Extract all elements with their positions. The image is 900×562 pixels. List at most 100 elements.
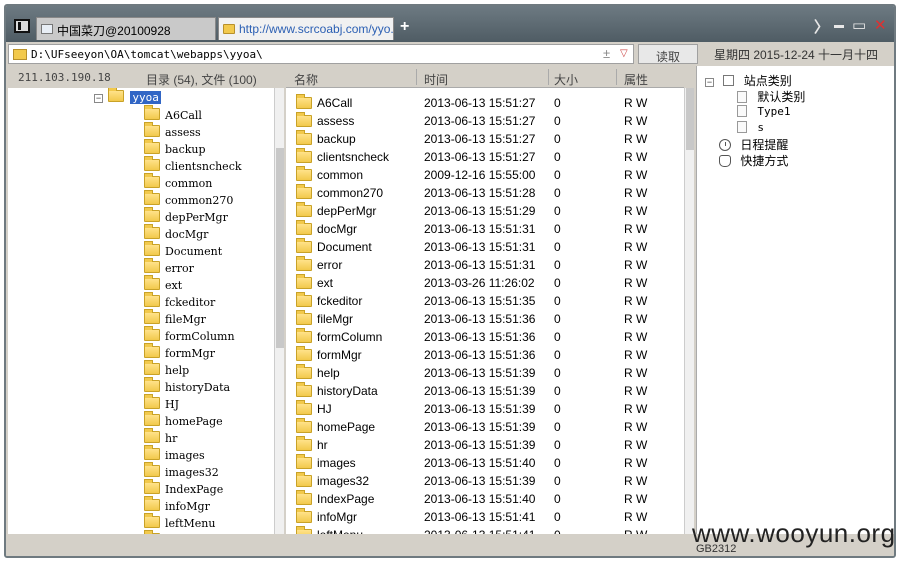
file-attr: R W xyxy=(624,150,648,164)
app-menu-icon[interactable] xyxy=(14,19,30,33)
file-time: 2013-06-13 15:51:31 xyxy=(424,240,536,254)
file-row[interactable]: formMgr 2013-06-13 15:51:36 0 R W xyxy=(286,344,684,362)
document-icon xyxy=(737,121,747,133)
tree-item[interactable]: fileMgr xyxy=(144,309,206,329)
file-attr: R W xyxy=(624,348,648,362)
shortcuts-node[interactable]: 快捷方式 xyxy=(719,152,788,169)
category-default[interactable]: 默认类别 xyxy=(737,88,805,105)
tree-item[interactable]: infoMgr xyxy=(144,496,210,516)
tree-item-label: clientsncheck xyxy=(165,160,242,173)
folder-icon xyxy=(296,436,312,451)
file-size: 0 xyxy=(554,384,561,398)
file-row[interactable]: homePage 2013-06-13 15:51:39 0 R W xyxy=(286,416,684,434)
file-name: error xyxy=(317,258,343,272)
tree-item[interactable]: historyData xyxy=(144,377,231,397)
file-row[interactable]: ext 2013-03-26 11:26:02 0 R W xyxy=(286,272,684,290)
scroll-thumb[interactable] xyxy=(276,148,284,348)
file-row[interactable]: A6Call 2013-06-13 15:51:27 0 R W xyxy=(286,92,684,110)
file-row[interactable]: backup 2013-06-13 15:51:27 0 R W xyxy=(286,128,684,146)
tree-scrollbar[interactable] xyxy=(274,88,284,534)
tree-item[interactable]: depPerMgr xyxy=(144,207,228,227)
tree-item[interactable]: leftMenu xyxy=(144,513,215,533)
collapse-icon[interactable]: − xyxy=(705,78,714,87)
category-type1[interactable]: Type1 xyxy=(737,104,790,118)
folder-icon xyxy=(296,184,312,199)
tab-remote-site[interactable]: http://www.scrcoabj.com/yyo... xyxy=(218,17,394,40)
address-bar[interactable]: D:\UFseeyon\OA\tomcat\webapps\yyoa\ ± ▽ xyxy=(8,44,634,64)
file-row[interactable]: Document 2013-06-13 15:51:31 0 R W xyxy=(286,236,684,254)
folder-icon xyxy=(296,256,312,271)
chevron-down-icon[interactable]: ▽ xyxy=(620,48,628,59)
tree-item[interactable]: homePage xyxy=(144,411,223,431)
clock-icon xyxy=(719,139,731,151)
file-row[interactable]: docMgr 2013-06-13 15:51:31 0 R W xyxy=(286,218,684,236)
file-row[interactable]: common270 2013-06-13 15:51:28 0 R W xyxy=(286,182,684,200)
file-row[interactable]: fckeditor 2013-06-13 15:51:35 0 R W xyxy=(286,290,684,308)
file-attr: R W xyxy=(624,420,648,434)
folder-icon xyxy=(144,411,160,426)
scroll-thumb[interactable] xyxy=(686,88,694,150)
file-row[interactable]: help 2013-06-13 15:51:39 0 R W xyxy=(286,362,684,380)
file-row[interactable]: common 2009-12-16 15:55:00 0 R W xyxy=(286,164,684,182)
list-scrollbar[interactable] xyxy=(684,88,694,534)
file-row[interactable]: images32 2013-06-13 15:51:39 0 R W xyxy=(286,470,684,488)
tree-item[interactable]: formColumn xyxy=(144,326,235,346)
file-time: 2013-06-13 15:51:40 xyxy=(424,456,536,470)
read-button[interactable]: 读取 xyxy=(638,44,698,64)
col-header-size[interactable]: 大小 xyxy=(554,71,578,88)
site-category-node[interactable]: − 站点类别 xyxy=(705,72,792,89)
tree-item[interactable]: mailMgr xyxy=(144,530,213,534)
schedule-node[interactable]: 日程提醒 xyxy=(719,136,788,153)
file-row[interactable]: formColumn 2013-06-13 15:51:36 0 R W xyxy=(286,326,684,344)
tree-item[interactable]: common270 xyxy=(144,190,233,210)
file-row[interactable]: HJ 2013-06-13 15:51:39 0 R W xyxy=(286,398,684,416)
tree-item[interactable]: backup xyxy=(144,139,206,159)
col-header-name[interactable]: 名称 xyxy=(294,71,318,88)
file-name: common xyxy=(317,168,364,182)
tree-item[interactable]: common xyxy=(144,173,212,193)
file-name: historyData xyxy=(317,384,378,398)
folder-icon xyxy=(296,274,312,289)
file-time: 2009-12-16 15:55:00 xyxy=(424,168,536,182)
file-row[interactable]: IndexPage 2013-06-13 15:51:40 0 R W xyxy=(286,488,684,506)
file-attr: R W xyxy=(624,294,648,308)
file-row[interactable]: hr 2013-06-13 15:51:39 0 R W xyxy=(286,434,684,452)
file-row[interactable]: historyData 2013-06-13 15:51:39 0 R W xyxy=(286,380,684,398)
category-s[interactable]: s xyxy=(737,120,764,134)
file-row[interactable]: assess 2013-06-13 15:51:27 0 R W xyxy=(286,110,684,128)
collapse-icon[interactable]: − xyxy=(94,94,103,103)
plus-minus-icon[interactable]: ± xyxy=(603,46,610,61)
file-row[interactable]: error 2013-06-13 15:51:31 0 R W xyxy=(286,254,684,272)
file-size: 0 xyxy=(554,420,561,434)
tab-chopper-home[interactable]: 中国菜刀@20100928 xyxy=(36,17,216,40)
tree-item-label: historyData xyxy=(165,381,231,394)
file-size: 0 xyxy=(554,510,561,524)
address-path[interactable]: D:\UFseeyon\OA\tomcat\webapps\yyoa\ xyxy=(31,48,263,61)
file-row[interactable]: clientsncheck 2013-06-13 15:51:27 0 R W xyxy=(286,146,684,164)
file-row[interactable]: infoMgr 2013-06-13 15:51:41 0 R W xyxy=(286,506,684,524)
file-row[interactable]: depPerMgr 2013-06-13 15:51:29 0 R W xyxy=(286,200,684,218)
file-attr: R W xyxy=(624,330,648,344)
tree-item[interactable]: clientsncheck xyxy=(144,156,242,176)
col-header-attr[interactable]: 属性 xyxy=(624,71,648,88)
close-icon[interactable]: ✕ xyxy=(874,16,887,34)
tree-header: 211.103.190.18 目录 (54), 文件 (100) xyxy=(8,66,284,88)
folder-icon xyxy=(296,382,312,397)
tree-item[interactable]: images32 xyxy=(144,462,219,482)
file-row[interactable]: leftMenu 2013-06-13 15:51:41 0 R W xyxy=(286,524,684,534)
tree-item[interactable]: IndexPage xyxy=(144,479,223,499)
tree-item[interactable]: formMgr xyxy=(144,343,215,363)
maximize-icon[interactable]: ▭ xyxy=(852,16,866,34)
new-tab-button[interactable]: + xyxy=(400,18,409,36)
tree-item[interactable]: Document xyxy=(144,241,222,261)
tree-root-node[interactable]: − yyoa xyxy=(94,88,161,106)
chevron-right-icon[interactable]: 〉 xyxy=(814,16,829,37)
tree-item[interactable]: docMgr xyxy=(144,224,208,244)
tree-item[interactable]: fckeditor xyxy=(144,292,215,312)
tree-item[interactable]: images xyxy=(144,445,205,465)
col-header-time[interactable]: 时间 xyxy=(424,71,448,88)
file-row[interactable]: fileMgr 2013-06-13 15:51:36 0 R W xyxy=(286,308,684,326)
minimize-icon[interactable]: ▬ xyxy=(834,20,844,31)
file-row[interactable]: images 2013-06-13 15:51:40 0 R W xyxy=(286,452,684,470)
folder-icon xyxy=(144,496,160,511)
